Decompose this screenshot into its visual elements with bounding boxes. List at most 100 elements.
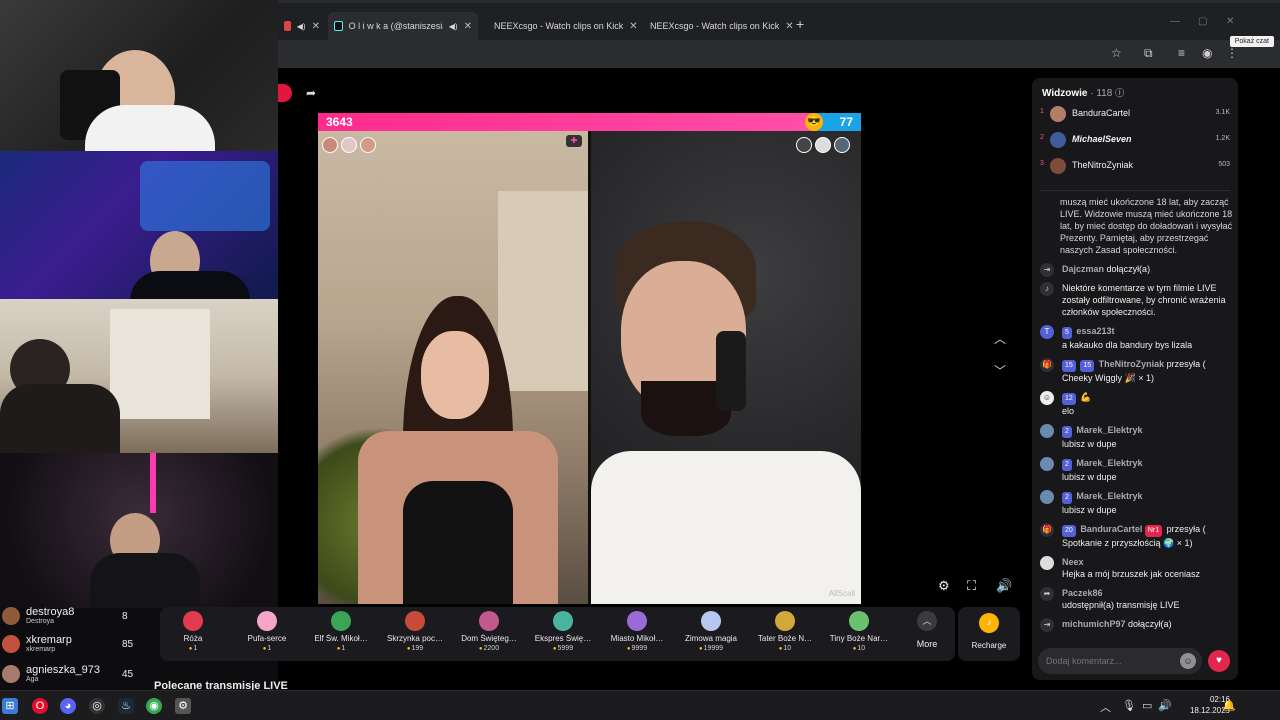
speaker-icon: ◀) [448, 21, 458, 31]
gift-name: Tater Boże N… [757, 634, 813, 643]
chat-username[interactable]: Marek_Elektryk [1076, 425, 1142, 435]
gift-item[interactable]: Elf Św. Mikoł… 1 [306, 611, 376, 652]
bookmark-star-icon[interactable]: ☆ [1111, 46, 1122, 60]
new-tab-button[interactable]: + [796, 16, 804, 32]
settings-gear-icon[interactable]: ⚙ [938, 578, 950, 594]
network-icon[interactable]: ▭ [1142, 699, 1152, 712]
battle-link-icon[interactable]: ✚ [566, 135, 582, 147]
chrome-icon[interactable]: ◉ [146, 698, 162, 714]
profile-icon[interactable]: ◉ [1202, 46, 1212, 60]
avatar[interactable] [360, 137, 376, 153]
info-icon[interactable]: ⓘ [1115, 88, 1124, 98]
share-icon[interactable]: ➦ [306, 86, 316, 100]
gift-cost: 10 [750, 645, 820, 652]
gifter-row[interactable]: agnieszka_973 Aga 45 [0, 662, 140, 688]
gift-item[interactable]: Dom Święteg… 2200 [454, 611, 524, 652]
gift-item[interactable]: Róża 1 [158, 611, 228, 652]
microphone-icon[interactable]: 🎙 [1122, 699, 1136, 712]
viewer-count: · 118 [1090, 88, 1113, 99]
discord-icon[interactable]: ◕ [60, 698, 76, 714]
gift-item[interactable]: Tater Boże N… 10 [750, 611, 820, 652]
gift-item[interactable]: Zimowa magia 19999 [676, 611, 746, 652]
chat-username[interactable]: Paczek86 [1062, 588, 1103, 598]
windows-start-icon[interactable]: ⊞ [2, 698, 18, 714]
top-viewer-row[interactable]: 1 BanduraCartel 3.1K [1040, 104, 1230, 124]
browser-tab-4[interactable]: NEEXcsgo - Watch clips on Kick ✕ [638, 14, 794, 38]
viewer-name: MichaelSeven [1072, 134, 1132, 144]
notification-bell-icon[interactable]: 🔔 [1222, 699, 1236, 712]
left-supporters[interactable] [322, 137, 376, 153]
previous-stream-chevron-up-icon[interactable]: ︿ [994, 330, 1006, 347]
gift-item[interactable]: Skrzynka poc… 199 [380, 611, 450, 652]
gifter-value: 85 [122, 639, 134, 650]
chat-username[interactable]: Marek_Elektryk [1076, 491, 1142, 501]
live-battle-video[interactable]: 3643 77 😎 ✚ AllScall [318, 113, 861, 604]
menu-kebab-icon[interactable]: ⋮ [1226, 46, 1238, 60]
chat-text: dołączył(a) [1106, 264, 1151, 274]
avatar [1050, 106, 1066, 122]
close-window-icon[interactable]: ✕ [1226, 16, 1234, 27]
close-tab-icon[interactable]: ✕ [785, 21, 793, 32]
chat-username[interactable]: essa213t [1076, 326, 1114, 336]
address-bar[interactable] [278, 40, 1280, 68]
chat-message: T 5 essa213t a kakauko dla bandury bys l… [1038, 325, 1234, 351]
close-tab-icon[interactable]: ✕ [629, 21, 637, 32]
avatar[interactable] [322, 137, 338, 153]
tray-chevron-up-icon[interactable]: ︿ [1100, 699, 1111, 715]
avatar[interactable] [815, 137, 831, 153]
avatar[interactable] [796, 137, 812, 153]
comment-input[interactable] [1038, 648, 1168, 674]
gift-item[interactable]: Tiny Boże Nar… 10 [824, 611, 894, 652]
close-tab-icon[interactable]: ✕ [312, 21, 320, 32]
browser-tab-1[interactable]: ◀) ✕ [278, 14, 326, 38]
chat-username[interactable]: Neex [1062, 557, 1084, 567]
chat-username[interactable]: michumichP97 [1062, 619, 1126, 629]
maximize-icon[interactable]: ▢ [1198, 16, 1207, 27]
gift-item[interactable]: Ekspres Świę… 5999 [528, 611, 598, 652]
fullscreen-icon[interactable]: ⛶ [967, 578, 976, 594]
recharge-button[interactable]: ♪ Recharge [958, 607, 1020, 661]
avatar: T [1040, 325, 1054, 339]
chat-username[interactable]: Dajczman [1062, 264, 1104, 274]
emoji-icon[interactable]: ☺ [1180, 653, 1196, 669]
browser-tab-3[interactable]: NEEXcsgo - Watch clips on Kick ✕ [482, 14, 638, 38]
battle-score-bar: 3643 77 [318, 113, 861, 131]
level-badge: 2 [1062, 426, 1072, 438]
close-tab-icon[interactable]: ✕ [464, 21, 472, 32]
next-stream-chevron-down-icon[interactable]: ﹀ [994, 362, 1006, 379]
left-score: 3643 [326, 115, 353, 129]
chat-username[interactable]: TheNitroZyniak [1099, 359, 1165, 369]
top-viewer-row[interactable]: 2 MichaelSeven 1.2K [1040, 130, 1230, 150]
gift-item[interactable]: Pufa-serce 1 [232, 611, 302, 652]
viewers-header[interactable]: Widzowie · 118 ⓘ [1042, 86, 1124, 99]
chat-message: 🎁 20 BanduraCartel Nr1 przesyła ( Spotka… [1038, 523, 1234, 549]
gifter-row[interactable]: xkremarp xkremarp 85 [0, 632, 140, 658]
gift-name: Elf Św. Mikoł… [314, 634, 368, 643]
volume-icon[interactable]: 🔊 [996, 578, 1012, 594]
browser-tab-2[interactable]: O l i w k a (@staniszesia_) p ◀) ✕ [328, 12, 478, 40]
viewers-title: Widzowie [1042, 88, 1088, 99]
avatar[interactable] [834, 137, 850, 153]
avatar[interactable] [341, 137, 357, 153]
obs-icon[interactable]: ◎ [89, 698, 105, 714]
gift-item[interactable]: Miasto Mikoł… 9999 [602, 611, 672, 652]
steam-icon[interactable]: ♨ [118, 698, 134, 714]
more-gifts-button[interactable]: ︿ More [912, 611, 942, 649]
top-viewer-row[interactable]: 3 TheNitroZyniak 503 [1040, 156, 1230, 176]
settings-gear-icon[interactable]: ⚙ [175, 698, 191, 714]
chat-username[interactable]: Marek_Elektryk [1076, 458, 1142, 468]
right-supporters[interactable] [796, 137, 850, 153]
gift-cost: 1 [158, 645, 228, 652]
level-badge: 12 [1062, 393, 1076, 405]
avatar [1040, 457, 1054, 471]
media-icon[interactable]: ≡ [1178, 46, 1185, 60]
tab-favicon-icon [284, 21, 291, 31]
opera-icon[interactable]: O [32, 698, 48, 714]
minimize-icon[interactable]: — [1170, 16, 1180, 27]
extensions-icon[interactable]: ⧉ [1144, 46, 1153, 61]
webcam-streamer-1 [0, 0, 278, 151]
volume-icon[interactable]: 🔊 [1158, 699, 1172, 712]
chat-username[interactable]: BanduraCartel [1080, 524, 1142, 534]
like-heart-button[interactable]: ♥ [1208, 650, 1230, 672]
gifter-row[interactable]: destroya8 Destroya 8 [0, 604, 140, 630]
